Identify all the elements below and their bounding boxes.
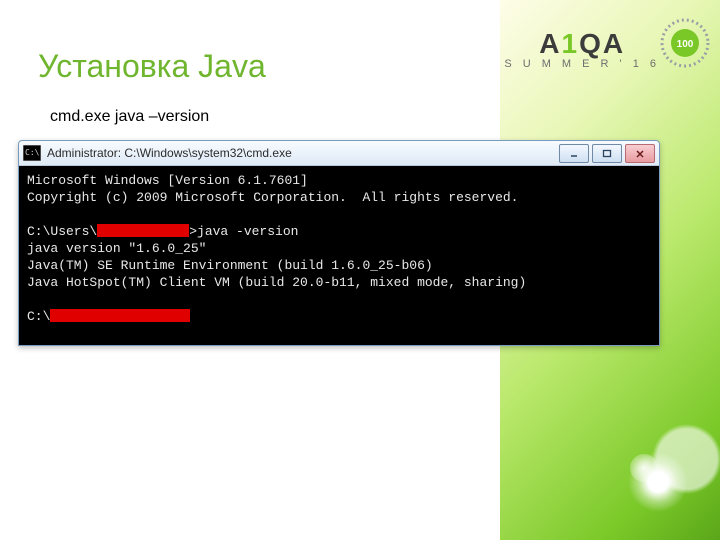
logo-letter: A [539, 28, 561, 59]
logo-number: 1 [561, 28, 579, 59]
cmd-window: Administrator: C:\Windows\system32\cmd.e… [18, 140, 660, 346]
window-buttons [559, 144, 655, 163]
minimize-button[interactable] [559, 144, 589, 163]
terminal-line: C:\Users\>java -version [27, 223, 651, 240]
logo-tail: QA [579, 28, 625, 59]
brand-logo: A1QA S U M M E R ' 1 6 [504, 28, 660, 70]
terminal-body: Microsoft Windows [Version 6.1.7601] Cop… [19, 166, 659, 345]
badge-icon: 100 [660, 18, 710, 68]
command-text: cmd.exe java –version [50, 108, 209, 126]
terminal-line: Java(TM) SE Runtime Environment (build 1… [27, 257, 651, 274]
cmd-icon [23, 145, 41, 161]
terminal-line: Java HotSpot(TM) Client VM (build 20.0-b… [27, 274, 651, 291]
terminal-line: C:\ [27, 308, 651, 325]
maximize-button[interactable] [592, 144, 622, 163]
redacted-block [97, 224, 189, 237]
terminal-line: Copyright (c) 2009 Microsoft Corporation… [27, 189, 651, 206]
redacted-block [50, 309, 190, 322]
cmd-titlebar: Administrator: C:\Windows\system32\cmd.e… [19, 141, 659, 166]
close-button[interactable] [625, 144, 655, 163]
cmd-window-title: Administrator: C:\Windows\system32\cmd.e… [47, 146, 292, 160]
terminal-line [27, 291, 651, 308]
terminal-line [27, 206, 651, 223]
logo-subtitle: S U M M E R ' 1 6 [504, 58, 660, 70]
svg-text:100: 100 [677, 39, 694, 50]
terminal-line: Microsoft Windows [Version 6.1.7601] [27, 172, 651, 189]
terminal-line: java version "1.6.0_25" [27, 240, 651, 257]
slide-title: Установка Java [38, 48, 266, 85]
